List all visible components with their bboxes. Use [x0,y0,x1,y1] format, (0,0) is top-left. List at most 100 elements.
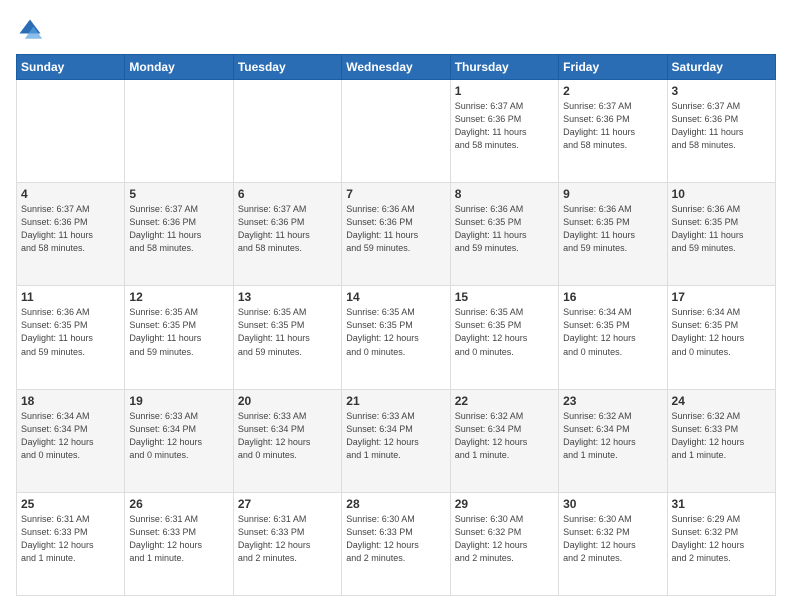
day-info: Sunrise: 6:31 AM Sunset: 6:33 PM Dayligh… [129,513,228,565]
day-info: Sunrise: 6:35 AM Sunset: 6:35 PM Dayligh… [346,306,445,358]
calendar-cell: 4 Sunrise: 6:37 AM Sunset: 6:36 PM Daylig… [17,183,125,286]
calendar-header-cell: Wednesday [342,55,450,80]
day-number: 21 [346,394,445,408]
day-number: 3 [672,84,771,98]
day-info: Sunrise: 6:37 AM Sunset: 6:36 PM Dayligh… [672,100,771,152]
day-info: Sunrise: 6:31 AM Sunset: 6:33 PM Dayligh… [238,513,337,565]
calendar-cell: 7 Sunrise: 6:36 AM Sunset: 6:36 PM Daylig… [342,183,450,286]
calendar-cell: 1Sunrise: 6:37 AM Sunset: 6:36 PM Daylig… [450,80,558,183]
day-number: 10 [672,187,771,201]
logo-icon [16,16,44,44]
day-number: 30 [563,497,662,511]
calendar-cell: 19Sunrise: 6:33 AM Sunset: 6:34 PM Dayli… [125,389,233,492]
calendar-cell: 23Sunrise: 6:32 AM Sunset: 6:34 PM Dayli… [559,389,667,492]
day-number: 25 [21,497,120,511]
calendar-cell: 14 Sunrise: 6:35 AM Sunset: 6:35 PM Dayli… [342,286,450,389]
calendar-cell [17,80,125,183]
day-number: 14 [346,290,445,304]
day-info: Sunrise: 6:35 AM Sunset: 6:35 PM Dayligh… [129,306,228,358]
calendar-header-cell: Sunday [17,55,125,80]
calendar-body: 1 Sunrise: 6:37 AM Sunset: 6:36 PM Daylig… [17,80,776,596]
day-number: 7 [346,187,445,201]
day-info: Sunrise: 6:36 AM Sunset: 6:35 PM Dayligh… [563,203,662,255]
day-number: 16 [563,290,662,304]
day-number: 13 [238,290,337,304]
day-info: Sunrise: 6:35 AM Sunset: 6:35 PM Dayligh… [455,306,554,358]
day-info: Sunrise: 6:32 AM Sunset: 6:33 PM Dayligh… [672,410,771,462]
day-info: Sunrise: 6:34 AM Sunset: 6:35 PM Dayligh… [672,306,771,358]
day-number: 6 [238,187,337,201]
day-number: 29 [455,497,554,511]
day-number: 26 [129,497,228,511]
calendar-cell: 21 Sunrise: 6:33 AM Sunset: 6:34 PM Dayli… [342,389,450,492]
calendar-header-cell: Saturday [667,55,775,80]
calendar-cell: 16 Sunrise: 6:34 AM Sunset: 6:35 PM Dayli… [559,286,667,389]
day-info: Sunrise: 6:37 AM Sunset: 6:36 PM Dayligh… [238,203,337,255]
day-number: 4 [21,187,120,201]
calendar-cell [233,80,341,183]
day-number: 8 [455,187,554,201]
calendar-cell: 15 Sunrise: 6:35 AM Sunset: 6:35 PM Dayli… [450,286,558,389]
calendar-cell: 5Sunrise: 6:37 AM Sunset: 6:36 PM Daylig… [125,183,233,286]
calendar-week-row: 18 Sunrise: 6:34 AM Sunset: 6:34 PM Dayli… [17,389,776,492]
day-number: 15 [455,290,554,304]
calendar-cell: 2Sunrise: 6:37 AM Sunset: 6:36 PM Daylig… [559,80,667,183]
calendar-cell: 25 Sunrise: 6:31 AM Sunset: 6:33 PM Dayli… [17,492,125,595]
day-info: Sunrise: 6:36 AM Sunset: 6:35 PM Dayligh… [21,306,120,358]
day-number: 23 [563,394,662,408]
calendar-cell: 6 Sunrise: 6:37 AM Sunset: 6:36 PM Daylig… [233,183,341,286]
day-info: Sunrise: 6:31 AM Sunset: 6:33 PM Dayligh… [21,513,120,565]
day-info: Sunrise: 6:37 AM Sunset: 6:36 PM Dayligh… [21,203,120,255]
calendar-header-cell: Thursday [450,55,558,80]
day-number: 12 [129,290,228,304]
day-info: Sunrise: 6:32 AM Sunset: 6:34 PM Dayligh… [455,410,554,462]
calendar-cell: 3 Sunrise: 6:37 AM Sunset: 6:36 PM Daylig… [667,80,775,183]
day-number: 27 [238,497,337,511]
calendar-cell [125,80,233,183]
calendar-header-cell: Monday [125,55,233,80]
calendar-cell: 20Sunrise: 6:33 AM Sunset: 6:34 PM Dayli… [233,389,341,492]
calendar-cell: 12 Sunrise: 6:35 AM Sunset: 6:35 PM Dayli… [125,286,233,389]
calendar-cell: 27 Sunrise: 6:31 AM Sunset: 6:33 PM Dayli… [233,492,341,595]
day-info: Sunrise: 6:30 AM Sunset: 6:32 PM Dayligh… [563,513,662,565]
calendar-week-row: 4 Sunrise: 6:37 AM Sunset: 6:36 PM Daylig… [17,183,776,286]
day-info: Sunrise: 6:36 AM Sunset: 6:35 PM Dayligh… [672,203,771,255]
day-number: 24 [672,394,771,408]
calendar-cell: 8 Sunrise: 6:36 AM Sunset: 6:35 PM Daylig… [450,183,558,286]
day-number: 5 [129,187,228,201]
logo [16,16,48,44]
calendar-week-row: 25 Sunrise: 6:31 AM Sunset: 6:33 PM Dayli… [17,492,776,595]
day-info: Sunrise: 6:34 AM Sunset: 6:34 PM Dayligh… [21,410,120,462]
day-number: 31 [672,497,771,511]
calendar-cell: 31Sunrise: 6:29 AM Sunset: 6:32 PM Dayli… [667,492,775,595]
day-info: Sunrise: 6:33 AM Sunset: 6:34 PM Dayligh… [346,410,445,462]
calendar-week-row: 11Sunrise: 6:36 AM Sunset: 6:35 PM Dayli… [17,286,776,389]
calendar-week-row: 1 Sunrise: 6:37 AM Sunset: 6:36 PM Daylig… [17,80,776,183]
day-info: Sunrise: 6:36 AM Sunset: 6:36 PM Dayligh… [346,203,445,255]
day-info: Sunrise: 6:34 AM Sunset: 6:35 PM Dayligh… [563,306,662,358]
calendar-cell: 10 Sunrise: 6:36 AM Sunset: 6:35 PM Dayli… [667,183,775,286]
calendar-cell: 30 Sunrise: 6:30 AM Sunset: 6:32 PM Dayli… [559,492,667,595]
day-number: 22 [455,394,554,408]
day-info: Sunrise: 6:33 AM Sunset: 6:34 PM Dayligh… [129,410,228,462]
calendar-header-cell: Tuesday [233,55,341,80]
day-number: 1 [455,84,554,98]
day-info: Sunrise: 6:36 AM Sunset: 6:35 PM Dayligh… [455,203,554,255]
day-number: 9 [563,187,662,201]
day-number: 28 [346,497,445,511]
calendar-cell: 17 Sunrise: 6:34 AM Sunset: 6:35 PM Dayli… [667,286,775,389]
calendar-cell: 29Sunrise: 6:30 AM Sunset: 6:32 PM Dayli… [450,492,558,595]
calendar-header-cell: Friday [559,55,667,80]
calendar-cell: 24 Sunrise: 6:32 AM Sunset: 6:33 PM Dayli… [667,389,775,492]
calendar-header-row: SundayMondayTuesdayWednesdayThursdayFrid… [17,55,776,80]
day-info: Sunrise: 6:35 AM Sunset: 6:35 PM Dayligh… [238,306,337,358]
calendar-cell: 9 Sunrise: 6:36 AM Sunset: 6:35 PM Daylig… [559,183,667,286]
calendar-cell: 18 Sunrise: 6:34 AM Sunset: 6:34 PM Dayli… [17,389,125,492]
calendar-cell: 26 Sunrise: 6:31 AM Sunset: 6:33 PM Dayli… [125,492,233,595]
day-info: Sunrise: 6:37 AM Sunset: 6:36 PM Dayligh… [563,100,662,152]
day-number: 17 [672,290,771,304]
day-number: 18 [21,394,120,408]
day-info: Sunrise: 6:30 AM Sunset: 6:33 PM Dayligh… [346,513,445,565]
day-info: Sunrise: 6:33 AM Sunset: 6:34 PM Dayligh… [238,410,337,462]
header [16,16,776,44]
